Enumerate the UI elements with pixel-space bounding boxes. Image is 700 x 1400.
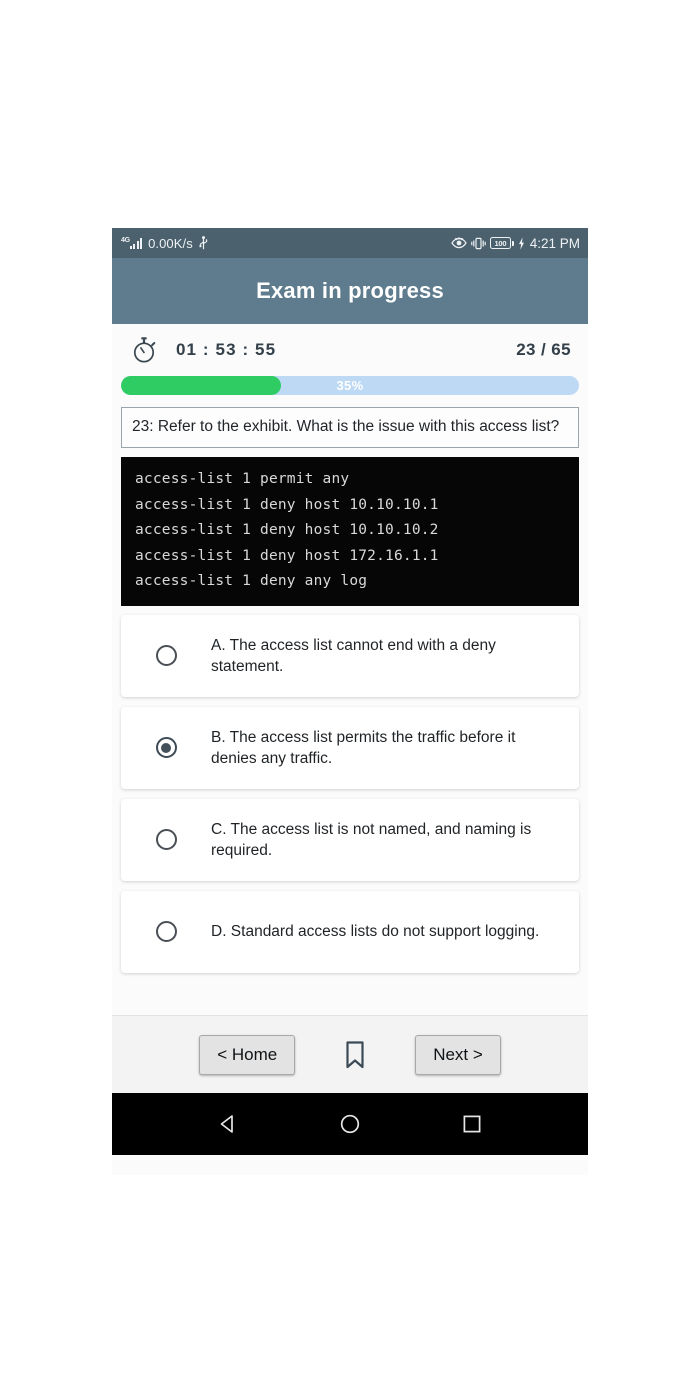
home-button[interactable]: < Home bbox=[199, 1034, 296, 1075]
android-nav-bar bbox=[112, 1093, 588, 1155]
answer-options-list: A. The access list cannot end with a den… bbox=[121, 614, 579, 973]
answer-option-a[interactable]: A. The access list cannot end with a den… bbox=[121, 614, 579, 697]
app-bar: Exam in progress bbox=[112, 258, 588, 324]
charging-bolt-icon bbox=[518, 236, 525, 250]
android-status-bar: 4G 0.00K/s 100 4:21 PM bbox=[112, 228, 588, 258]
radio-unselected-icon[interactable] bbox=[155, 829, 177, 850]
eye-icon bbox=[451, 237, 467, 249]
back-triangle-icon[interactable] bbox=[216, 1112, 240, 1136]
exam-action-bar: < Home Next > bbox=[112, 1015, 588, 1093]
radio-cell[interactable] bbox=[121, 737, 211, 758]
timer-group: 01 : 53 : 55 bbox=[131, 336, 276, 364]
question-counter: 23 / 65 bbox=[516, 340, 571, 359]
status-bar-left: 4G 0.00K/s bbox=[121, 236, 208, 251]
page-root: 4G 0.00K/s 100 4:21 PM Exam in progress … bbox=[0, 0, 700, 1400]
answer-option-label: D. Standard access lists do not support … bbox=[211, 923, 540, 940]
clock-label: 4:21 PM bbox=[529, 235, 580, 251]
answer-option-b[interactable]: B. The access list permits the traffic b… bbox=[121, 706, 579, 789]
radio-unselected-icon[interactable] bbox=[155, 921, 177, 942]
timer-bar: 01 : 53 : 55 23 / 65 bbox=[112, 324, 588, 376]
bookmark-icon[interactable] bbox=[339, 1036, 371, 1074]
stopwatch-icon bbox=[131, 336, 157, 364]
network-generation-label: 4G bbox=[121, 237, 130, 244]
radio-cell[interactable] bbox=[121, 921, 211, 942]
next-button[interactable]: Next > bbox=[415, 1034, 501, 1075]
question-text: 23: Refer to the exhibit. What is the is… bbox=[121, 407, 579, 448]
recents-square-icon[interactable] bbox=[460, 1112, 484, 1136]
signal-strength-icon: 4G bbox=[121, 237, 143, 249]
page-title: Exam in progress bbox=[256, 278, 444, 303]
exhibit-code-block: access-list 1 permit any access-list 1 d… bbox=[121, 457, 579, 606]
exam-content: 23: Refer to the exhibit. What is the is… bbox=[112, 407, 588, 1015]
vibrate-icon bbox=[471, 237, 486, 250]
answer-option-label: B. The access list permits the traffic b… bbox=[211, 728, 516, 767]
answer-option-label: A. The access list cannot end with a den… bbox=[211, 636, 496, 675]
answer-option-label: C. The access list is not named, and nam… bbox=[211, 820, 532, 859]
battery-cap bbox=[511, 240, 514, 246]
progress-section: 35% bbox=[112, 376, 588, 407]
data-speed-label: 0.00K/s bbox=[148, 235, 193, 251]
phone-screen: 4G 0.00K/s 100 4:21 PM Exam in progress … bbox=[112, 228, 588, 1175]
time-remaining: 01 : 53 : 55 bbox=[176, 340, 277, 359]
answer-option-c[interactable]: C. The access list is not named, and nam… bbox=[121, 798, 579, 881]
progress-label: 35% bbox=[336, 378, 364, 393]
usb-icon bbox=[199, 236, 208, 250]
radio-selected-icon[interactable] bbox=[155, 737, 177, 758]
battery-icon: 100 bbox=[489, 237, 514, 249]
battery-level-label: 100 bbox=[489, 237, 511, 249]
home-circle-icon[interactable] bbox=[338, 1112, 362, 1136]
radio-cell[interactable] bbox=[121, 645, 211, 666]
answer-option-d[interactable]: D. Standard access lists do not support … bbox=[121, 890, 579, 973]
radio-cell[interactable] bbox=[121, 829, 211, 850]
status-bar-right: 100 4:21 PM bbox=[451, 236, 580, 251]
radio-unselected-icon[interactable] bbox=[155, 645, 177, 666]
progress-bar: 35% bbox=[121, 376, 579, 395]
signal-bars-icon bbox=[129, 238, 143, 249]
